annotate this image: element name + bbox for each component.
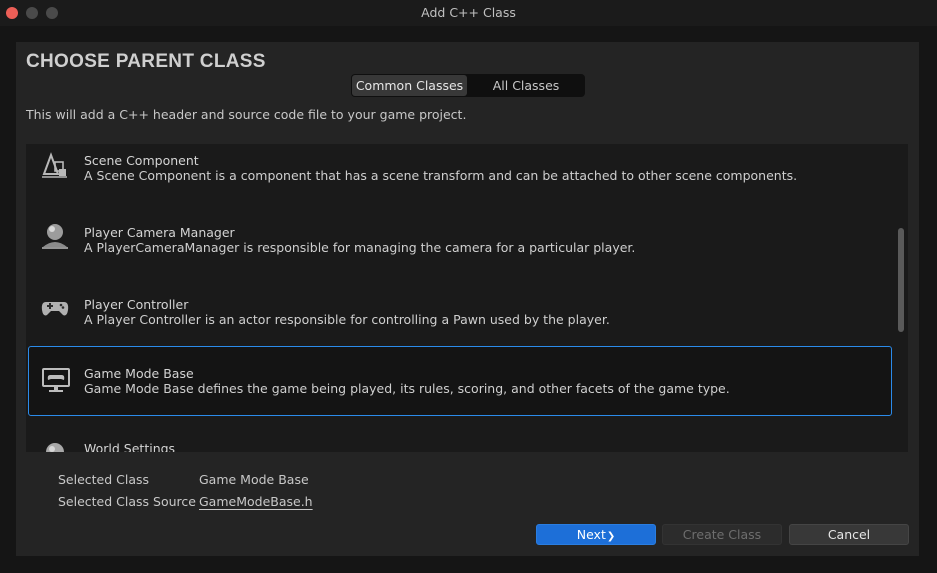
create-class-button[interactable]: Create Class [662,524,782,545]
scene-component-icon [40,150,70,180]
list-scrollbar[interactable] [898,228,904,332]
selected-class-source-label: Selected Class Source [58,494,196,509]
list-item-world-settings[interactable]: World Settings [26,430,894,452]
item-description: A Player Controller is an actor responsi… [84,312,610,327]
game-mode-icon [41,365,71,395]
item-name: World Settings [84,441,176,452]
item-description: A PlayerCameraManager is responsible for… [84,240,636,255]
gamepad-icon [40,293,70,323]
next-button-label: Next [576,527,606,542]
chevron-right-icon: ❯ [606,531,616,542]
next-button[interactable]: Next❯ [536,524,656,545]
item-name: Player Controller [84,297,189,312]
selected-class-value: Game Mode Base [199,472,309,487]
title-bar: Add C++ Class [0,0,937,26]
dialog-description: This will add a C++ header and source co… [26,107,467,122]
page-title: CHOOSE PARENT CLASS [26,51,266,72]
item-name: Scene Component [84,153,199,168]
tab-all-classes[interactable]: All Classes [469,75,583,96]
list-item-scene-component[interactable]: Scene Component A Scene Component is a c… [26,144,894,212]
cancel-button[interactable]: Cancel [789,524,909,545]
class-list: Scene Component A Scene Component is a c… [26,144,908,452]
camera-manager-icon [40,221,70,251]
tab-common-classes[interactable]: Common Classes [352,75,467,96]
selected-class-label: Selected Class [58,472,150,487]
item-name: Game Mode Base [84,366,194,381]
class-filter-tabs: Common Classes All Classes [351,74,585,97]
selected-class-source-link[interactable]: GameModeBase.h [199,494,313,509]
window-title: Add C++ Class [421,5,516,20]
item-description: Game Mode Base defines the game being pl… [84,381,730,396]
item-name: Player Camera Manager [84,225,235,240]
list-item-player-camera-manager[interactable]: Player Camera Manager A PlayerCameraMana… [26,214,894,284]
dialog-panel: CHOOSE PARENT CLASS Common Classes All C… [16,42,919,556]
world-settings-icon [40,438,70,452]
item-description: A Scene Component is a component that ha… [84,168,798,183]
list-item-game-mode-base[interactable]: Game Mode Base Game Mode Base defines th… [28,346,892,416]
